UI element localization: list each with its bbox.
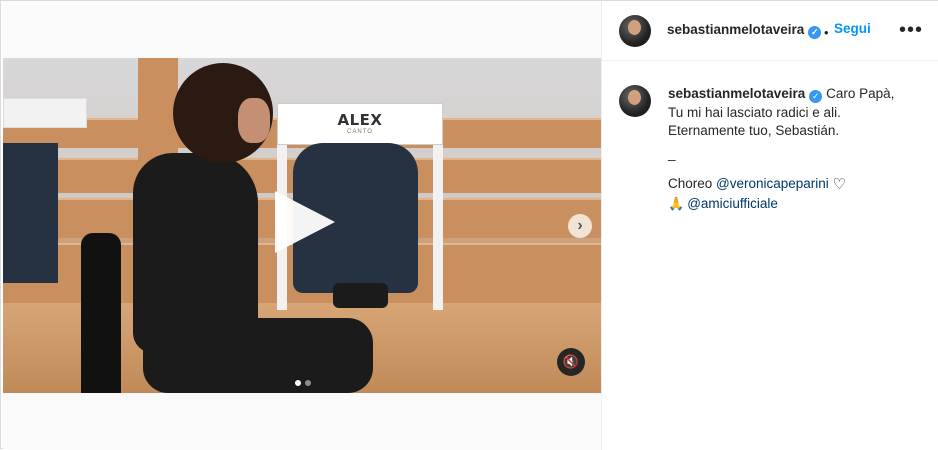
mention-link[interactable]: @veronicapeparini — [716, 176, 829, 191]
seated-person-left — [3, 143, 58, 283]
carousel-indicator — [295, 373, 315, 391]
caption-mention-line: 🙏 @amiciufficiale — [668, 195, 918, 214]
verified-badge-icon: ✓ — [808, 26, 822, 39]
post-header: sebastianmelotaveira ✓ • Segui ••• — [602, 1, 938, 61]
follow-button[interactable]: Segui — [834, 21, 871, 36]
post-caption: sebastianmelotaveira ✓ Caro Papà, Tu mi h… — [668, 85, 918, 213]
sign-subtitle: CANTO — [347, 129, 373, 135]
speaker-muted-icon[interactable]: 🔇 — [557, 348, 585, 376]
caption-line-1: Caro Papà, — [826, 86, 895, 101]
caption-line-2: Tu mi hai lasciato radici e ali. — [668, 104, 841, 120]
heart-icon: ♡ — [832, 176, 847, 193]
caption-choreo-line: Choreo @veronicapeparini ♡ — [668, 175, 918, 195]
caption-line-3: Eternamente tuo, Sebastián. — [668, 123, 840, 138]
contestant-name-sign: ALEX CANTO — [277, 103, 443, 145]
chair — [81, 233, 121, 393]
verified-badge-icon: ✓ — [809, 90, 823, 103]
carousel-dot — [305, 380, 311, 386]
header-username[interactable]: sebastianmelotaveira ✓ — [667, 22, 822, 39]
chevron-right-icon[interactable]: › — [568, 214, 592, 238]
more-options-icon[interactable]: ••• — [899, 20, 923, 40]
caption-username[interactable]: sebastianmelotaveira — [668, 86, 805, 101]
boots — [333, 283, 388, 308]
dancer-face — [238, 98, 270, 143]
dancer-legs — [143, 318, 373, 393]
post-side-panel: sebastianmelotaveira ✓ • Segui ••• sebast… — [601, 1, 938, 450]
choreo-label: Choreo — [668, 176, 717, 191]
play-icon[interactable] — [275, 191, 335, 253]
caption-first-line: sebastianmelotaveira ✓ Caro Papà, — [668, 85, 918, 104]
post-video-frame[interactable]: ALEX CANTO › 🔇 — [3, 58, 601, 393]
post-modal: ALEX CANTO › 🔇 sebastianmelotaveira ✓ • … — [0, 0, 938, 450]
sign-name: ALEX — [337, 111, 383, 129]
header-username-text[interactable]: sebastianmelotaveira — [667, 22, 804, 37]
post-media-area: ALEX CANTO › 🔇 — [3, 1, 601, 450]
desk-left — [3, 98, 87, 128]
separator-dot: • — [824, 25, 829, 40]
folded-hands-icon: 🙏 — [668, 195, 685, 211]
caption-avatar[interactable] — [619, 85, 651, 117]
carousel-dot-active — [295, 380, 301, 386]
avatar[interactable] — [619, 15, 651, 47]
mention-link[interactable]: @amiciufficiale — [687, 196, 778, 211]
caption-line-4: _ — [668, 145, 676, 161]
